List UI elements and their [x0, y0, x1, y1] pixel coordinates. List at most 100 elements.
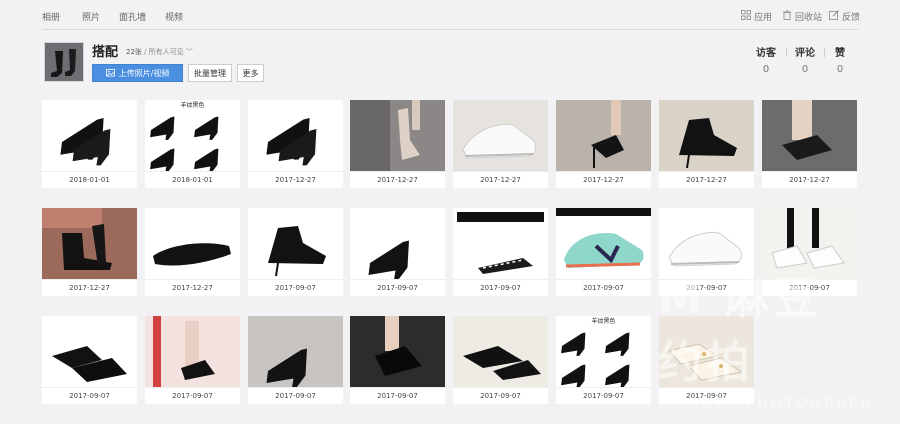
photo-card[interactable]: 2017-09-07: [248, 208, 343, 296]
photo-date: 2017-12-27: [248, 171, 343, 188]
photo-thumbnail[interactable]: [42, 316, 137, 387]
photo-date: 2017-09-07: [350, 387, 445, 404]
upload-icon: [105, 68, 115, 79]
photo-thumbnail[interactable]: [42, 208, 137, 279]
photo-card[interactable]: 羊纹黑色 2017-09-07: [556, 316, 651, 404]
photo-date: 2017-12-27: [42, 279, 137, 296]
photo-card[interactable]: 2017-09-07: [453, 316, 548, 404]
photo-thumbnail[interactable]: [556, 100, 651, 171]
tab-face-wall[interactable]: 面孔墙: [119, 10, 146, 23]
batch-manage-button[interactable]: 批量管理: [188, 64, 232, 82]
photo-caption: 羊纹黑色: [591, 317, 615, 325]
album-title: 搭配: [92, 45, 119, 60]
photo-card[interactable]: 2017-09-07: [42, 316, 137, 404]
top-navigation: 相册 照片 面孔墙 视频 应用 回收站 反馈: [0, 0, 900, 32]
photo-thumbnail[interactable]: [659, 100, 754, 171]
photo-thumbnail[interactable]: [248, 316, 343, 387]
stat-comments-value: 0: [801, 64, 809, 75]
photo-card[interactable]: 2017-09-07: [659, 316, 754, 404]
photo-date: 2017-12-27: [145, 279, 240, 296]
photo-card[interactable]: 羊纹黑色 2018-01-01: [145, 100, 240, 188]
photo-thumbnail[interactable]: [248, 208, 343, 279]
apps-link[interactable]: 应用: [741, 10, 772, 23]
photo-card[interactable]: 2017-09-07: [556, 208, 651, 296]
tab-albums[interactable]: 相册: [42, 10, 60, 23]
photo-thumbnail[interactable]: 羊纹黑色: [145, 100, 240, 171]
photo-thumbnail[interactable]: [659, 208, 754, 279]
tab-photos[interactable]: 照片: [82, 10, 100, 23]
edit-icon: [829, 10, 839, 23]
photo-thumbnail[interactable]: [453, 208, 548, 279]
nav-divider: [42, 29, 858, 30]
feedback-link[interactable]: 反馈: [829, 10, 860, 23]
stat-likes-label: 赞: [835, 48, 845, 59]
photo-thumbnail[interactable]: [350, 316, 445, 387]
stat-visitors-label: 访客: [756, 48, 776, 59]
photo-date: 2017-09-07: [248, 279, 343, 296]
photo-card[interactable]: 2017-09-07: [659, 208, 754, 296]
photo-thumbnail[interactable]: [350, 208, 445, 279]
photo-date: 2017-12-27: [350, 171, 445, 188]
upload-label: 上传照片/视频: [118, 68, 170, 78]
photo-card[interactable]: 2017-12-27: [659, 100, 754, 188]
photo-date: 2017-09-07: [556, 279, 651, 296]
apps-label: 应用: [754, 13, 773, 23]
stat-comments[interactable]: 评论 0: [787, 44, 823, 75]
photo-card[interactable]: 2017-12-27: [556, 100, 651, 188]
photo-date: 2017-09-07: [248, 387, 343, 404]
photo-date: 2017-09-07: [350, 279, 445, 296]
stat-likes-value: 0: [836, 64, 844, 75]
photo-date: 2017-09-07: [659, 387, 754, 404]
album-cover[interactable]: [44, 42, 84, 82]
photo-thumbnail[interactable]: [42, 100, 137, 171]
stat-visitors-value: 0: [762, 64, 770, 75]
feedback-label: 反馈: [842, 13, 861, 23]
photo-card[interactable]: 2017-12-27: [145, 208, 240, 296]
tab-videos[interactable]: 视频: [165, 10, 183, 23]
photo-thumbnail[interactable]: [453, 316, 548, 387]
photo-card[interactable]: 2017-09-07: [762, 208, 857, 296]
photo-date: 2017-09-07: [659, 279, 754, 296]
photo-card[interactable]: 2017-09-07: [145, 316, 240, 404]
photo-card[interactable]: 2017-12-27: [350, 100, 445, 188]
stat-likes[interactable]: 赞 0: [822, 44, 858, 75]
photo-thumbnail[interactable]: [762, 100, 857, 171]
photo-card[interactable]: 2017-12-27: [453, 100, 548, 188]
photo-thumbnail[interactable]: [248, 100, 343, 171]
photo-date: 2017-09-07: [145, 387, 240, 404]
album-header: 搭配 22张 / 所有人可见 ﹀ 上传照片/视频 批量管理 更多: [42, 40, 858, 84]
photo-date: 2018-01-01: [42, 171, 137, 188]
photo-thumbnail[interactable]: [659, 316, 754, 387]
photo-caption: 羊纹黑色: [180, 101, 204, 109]
photo-card[interactable]: 2017-09-07: [248, 316, 343, 404]
upload-button[interactable]: 上传照片/视频: [92, 64, 183, 82]
photo-date: 2017-12-27: [762, 171, 857, 188]
recycle-bin-label: 回收站: [795, 13, 823, 23]
grid-icon: [741, 10, 751, 23]
photo-thumbnail[interactable]: [145, 208, 240, 279]
photo-date: 2017-09-07: [42, 387, 137, 404]
photo-card[interactable]: 2018-01-01: [42, 100, 137, 188]
photo-card[interactable]: 2017-09-07: [350, 316, 445, 404]
photo-card[interactable]: 2017-09-07: [453, 208, 548, 296]
photo-card[interactable]: 2017-12-27: [42, 208, 137, 296]
photo-thumbnail[interactable]: [762, 208, 857, 279]
privacy-selector[interactable]: / 所有人可见 ﹀: [144, 47, 193, 57]
more-button[interactable]: 更多: [237, 64, 264, 82]
photo-date: 2017-09-07: [453, 387, 548, 404]
recycle-bin-link[interactable]: 回收站: [782, 10, 822, 23]
photo-card[interactable]: 2017-09-07: [350, 208, 445, 296]
photo-thumbnail[interactable]: [556, 208, 651, 279]
photo-date: 2017-09-07: [556, 387, 651, 404]
photo-date: 2017-09-07: [453, 279, 548, 296]
photo-date: 2017-12-27: [556, 171, 651, 188]
photo-card[interactable]: 2017-12-27: [762, 100, 857, 188]
photo-card[interactable]: 2017-12-27: [248, 100, 343, 188]
stat-visitors: 访客 0: [748, 44, 784, 75]
photo-thumbnail[interactable]: 羊纹黑色: [556, 316, 651, 387]
photo-date: 2017-12-27: [453, 171, 548, 188]
photo-thumbnail[interactable]: [350, 100, 445, 171]
photo-thumbnail[interactable]: [145, 316, 240, 387]
photo-date: 2018-01-01: [145, 171, 240, 188]
photo-thumbnail[interactable]: [453, 100, 548, 171]
